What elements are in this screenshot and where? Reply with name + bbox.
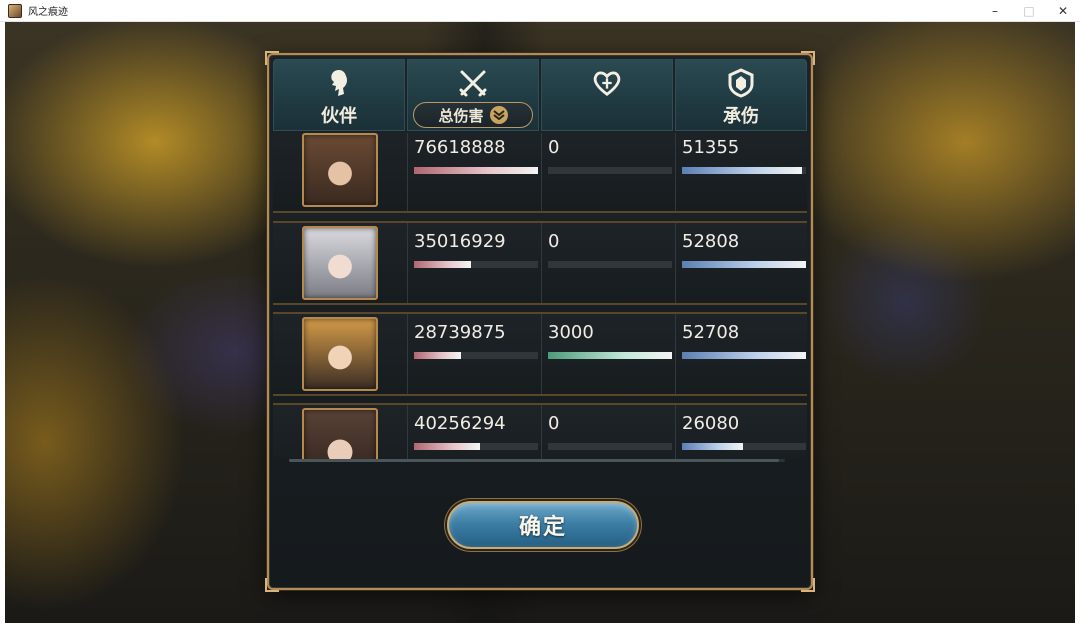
game-viewport: 伙伴 总伤害 承伤 76618888 0 51355 35016929 0 52…	[5, 22, 1075, 623]
heal-cell: 0	[541, 133, 675, 211]
table-row: 40256294 0 26080	[273, 403, 807, 459]
partner-portrait[interactable]	[302, 317, 378, 391]
heal-value: 0	[548, 137, 560, 158]
taken-bar	[682, 352, 806, 359]
tab-partner[interactable]: 伙伴	[273, 59, 405, 131]
partner-portrait[interactable]	[302, 226, 378, 300]
damage-dropdown-label: 总伤害	[438, 106, 484, 125]
table-row: 28739875 3000 52708	[273, 312, 807, 396]
panel-corner-ornament	[265, 578, 279, 592]
taken-bar	[682, 443, 806, 450]
portrait-cell	[273, 133, 407, 211]
taken-bar-fill	[682, 443, 743, 450]
damage-bar-fill	[414, 443, 480, 450]
damage-bar	[414, 443, 538, 450]
damage-cell: 28739875	[407, 314, 541, 394]
heart-icon	[592, 68, 622, 98]
horizontal-scrollbar[interactable]	[289, 459, 785, 462]
damage-value: 76618888	[414, 137, 506, 158]
table-row: 76618888 0 51355	[273, 133, 807, 213]
shield-icon	[726, 68, 756, 98]
partner-icon	[324, 68, 354, 98]
window-controls: – □ ✕	[978, 0, 1080, 22]
taken-value: 52808	[682, 231, 740, 252]
app-icon	[8, 3, 22, 18]
taken-value: 26080	[682, 413, 740, 434]
confirm-label: 确定	[518, 514, 567, 540]
partner-portrait[interactable]	[302, 408, 378, 459]
chevron-down-icon	[489, 106, 508, 124]
portrait-cell	[273, 314, 407, 394]
stats-header: 伙伴 总伤害 承伤	[273, 59, 807, 131]
damage-bar-fill	[414, 352, 462, 359]
taken-cell: 52708	[675, 314, 807, 394]
heal-value: 3000	[548, 322, 594, 343]
maximize-button[interactable]: □	[1012, 0, 1046, 22]
taken-cell: 52808	[675, 223, 807, 303]
damage-type-dropdown[interactable]: 总伤害	[413, 102, 533, 128]
crossed-swords-icon	[458, 68, 488, 98]
heal-value: 0	[548, 413, 560, 434]
minimize-button[interactable]: –	[978, 0, 1012, 22]
window-titlebar: 风之痕迹 – □ ✕	[0, 0, 1080, 22]
heal-value: 0	[548, 231, 560, 252]
damage-bar	[414, 352, 538, 359]
tab-heal[interactable]	[541, 59, 673, 131]
damage-bar-fill	[414, 167, 538, 174]
heal-bar	[548, 443, 672, 450]
panel-corner-ornament	[801, 578, 815, 592]
taken-value: 51355	[682, 137, 740, 158]
damage-cell: 35016929	[407, 223, 541, 303]
taken-bar	[682, 261, 806, 268]
taken-bar-fill	[682, 261, 806, 268]
heal-bar	[548, 167, 672, 174]
heal-cell: 0	[541, 223, 675, 303]
taken-label: 承伤	[723, 106, 759, 127]
damage-value: 28739875	[414, 322, 506, 343]
taken-value: 52708	[682, 322, 740, 343]
heal-bar	[548, 261, 672, 268]
partner-portrait[interactable]	[302, 133, 378, 207]
tab-damage-taken[interactable]: 承伤	[675, 59, 807, 131]
partner-stats-list[interactable]: 76618888 0 51355 35016929 0 52808 287398…	[273, 133, 807, 459]
taken-cell: 51355	[675, 133, 807, 211]
table-row: 35016929 0 52808	[273, 221, 807, 305]
portrait-cell	[273, 223, 407, 303]
damage-value: 40256294	[414, 413, 506, 434]
close-button[interactable]: ✕	[1046, 0, 1080, 22]
heal-bar	[548, 352, 672, 359]
portrait-cell	[273, 405, 407, 459]
damage-cell: 76618888	[407, 133, 541, 211]
heal-bar-fill	[548, 352, 672, 359]
window-title: 风之痕迹	[28, 7, 68, 18]
partner-label: 伙伴	[321, 106, 357, 127]
scrollbar-thumb[interactable]	[289, 459, 779, 462]
taken-bar-fill	[682, 352, 806, 359]
damage-cell: 40256294	[407, 405, 541, 459]
damage-bar	[414, 167, 538, 174]
heal-cell: 3000	[541, 314, 675, 394]
damage-value: 35016929	[414, 231, 506, 252]
tab-damage[interactable]: 总伤害	[407, 59, 539, 131]
damage-bar-fill	[414, 261, 472, 268]
taken-bar	[682, 167, 806, 174]
confirm-button[interactable]: 确定	[447, 501, 639, 549]
heal-cell: 0	[541, 405, 675, 459]
damage-bar	[414, 261, 538, 268]
taken-bar-fill	[682, 167, 803, 174]
taken-cell: 26080	[675, 405, 807, 459]
battle-stats-panel: 伙伴 总伤害 承伤 76618888 0 51355 35016929 0 52…	[265, 51, 815, 592]
